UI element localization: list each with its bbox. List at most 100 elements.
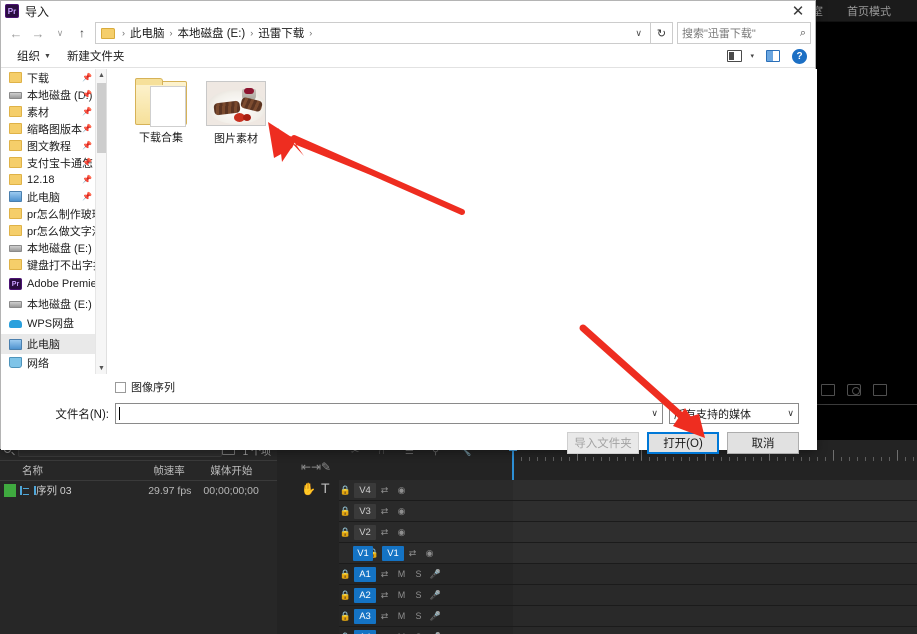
file-item-1[interactable]: 图片素材 [197,81,275,146]
column-header-media-start[interactable]: 媒体开始 [210,463,277,478]
nav-item-1[interactable]: 本地磁盘 (D:) 📌 [1,86,106,103]
close-icon[interactable]: ✕ [787,1,809,21]
project-row[interactable]: 序列 03 29.97 fps 00;00;00;00 [0,481,277,500]
column-header-frame-rate[interactable]: 帧速率 [153,463,210,478]
search-input[interactable]: 搜索"迅雷下载" ⌕ [677,22,811,44]
mute-icon[interactable]: M [393,590,410,600]
track-label[interactable]: V1 [382,545,404,561]
track-lane[interactable] [513,606,917,626]
razor-tool-icon[interactable]: ✎ [321,460,331,474]
eye-icon[interactable]: ◉ [393,485,410,496]
nav-item-10[interactable]: 本地磁盘 (E:) [1,239,106,256]
eye-icon[interactable]: ◉ [393,527,410,538]
microphone-icon[interactable]: 🎤 [427,569,444,580]
nav-item-9[interactable]: pr怎么做文字浮 [1,222,106,239]
up-button[interactable]: ↑ [71,22,93,44]
pin-icon[interactable]: 📌 [82,107,92,116]
file-list-pane[interactable]: 下载合集 图片素材 [107,69,817,374]
lock-icon[interactable]: 🔒 [339,527,352,538]
track-lane[interactable] [513,501,917,521]
nav-item-14[interactable]: WPS网盘 [1,312,106,334]
nav-scrollbar[interactable]: ▲ ▼ [95,69,106,374]
mute-icon[interactable]: M [393,569,410,579]
chevron-down-icon[interactable]: ▾ [750,52,754,60]
lock-icon[interactable]: 🔒 [339,569,352,580]
file-type-filter-select[interactable]: 所有支持的媒体 ∨ [669,403,799,424]
export-frame-icon[interactable] [821,384,835,396]
help-icon[interactable]: ? [792,48,807,64]
breadcrumb-item-1[interactable]: 本地磁盘 (E:) [176,25,248,41]
solo-icon[interactable]: S [410,590,427,600]
solo-icon[interactable]: S [410,611,427,621]
preview-pane-icon[interactable] [766,50,780,62]
sync-lock-icon[interactable]: ⇄ [376,611,393,622]
eye-icon[interactable]: ◉ [393,506,410,517]
pin-icon[interactable]: 📌 [82,141,92,150]
track-header-a4[interactable]: 🔒 A4 ⇄ M S 🎤 [339,627,917,634]
lock-icon[interactable]: 🔒 [339,590,352,601]
sync-lock-icon[interactable]: ⇄ [404,548,421,559]
solo-icon[interactable]: S [410,569,427,579]
navigation-pane[interactable]: 下载 📌 本地磁盘 (D:) 📌 素材 📌 缩略图版本 📌 图文教程 📌 支付宝卡通怎 📌 … [1,69,107,374]
lock-icon[interactable]: 🔒 [339,611,352,622]
scrollbar-thumb[interactable] [97,83,106,153]
workspace-tab-home-mode[interactable]: 首页模式 [847,3,891,19]
track-label[interactable]: V3 [354,503,376,519]
pin-icon[interactable]: 📌 [82,73,92,82]
track-lane[interactable] [513,564,917,584]
track-lane[interactable] [513,627,917,634]
pin-icon[interactable]: 📌 [82,90,92,99]
nav-item-5[interactable]: 支付宝卡通怎 📌 [1,154,106,171]
track-label[interactable]: A4 [354,629,376,634]
column-header-name[interactable]: 名称 [0,463,153,478]
nav-item-4[interactable]: 图文教程 📌 [1,137,106,154]
new-folder-button[interactable]: 新建文件夹 [59,48,133,64]
track-header-a3[interactable]: 🔒 A3 ⇄ M S 🎤 [339,606,917,627]
filename-input[interactable]: ∨ [115,403,663,424]
track-header-v1[interactable]: V1 🔒 V1 ⇄ ◉ [339,543,917,564]
mute-icon[interactable]: M [393,611,410,621]
nav-item-11[interactable]: 键盘打不出字按 [1,256,106,273]
lock-icon[interactable]: 🔒 [339,485,352,496]
chevron-down-icon[interactable]: ∨ [651,408,658,419]
sync-lock-icon[interactable]: ⇄ [376,590,393,601]
scroll-up-icon[interactable]: ▲ [96,69,106,81]
camera-icon[interactable] [847,384,861,396]
source-patch-v1[interactable]: V1 [353,545,373,561]
image-sequence-checkbox[interactable] [115,381,126,393]
back-button[interactable]: ← [5,22,27,44]
track-header-v2[interactable]: 🔒 V2 ⇄ ◉ [339,522,917,543]
sync-lock-icon[interactable]: ⇄ [376,569,393,580]
microphone-icon[interactable]: 🎤 [427,590,444,601]
file-item-0[interactable]: 下载合集 [122,78,200,145]
track-header-v4[interactable]: 🔒 V4 ⇄ ◉ [339,480,917,501]
track-header-a2[interactable]: 🔒 A2 ⇄ M S 🎤 [339,585,917,606]
pin-icon[interactable]: 📌 [82,124,92,133]
import-dialog[interactable]: Pr 导入 ✕ ← → ∨ ↑ › 此电脑 › 本地磁盘 (E:) › 迅雷下载… [0,0,817,454]
breadcrumb[interactable]: › 此电脑 › 本地磁盘 (E:) › 迅雷下载 › ∨ [95,22,651,44]
search-icon[interactable]: ⌕ [800,27,806,40]
microphone-icon[interactable]: 🎤 [427,611,444,622]
stacked-frames-icon[interactable] [873,384,887,396]
selection-tool-icon[interactable]: ⇤⇥ [301,460,321,474]
sync-lock-icon[interactable]: ⇄ [376,485,393,496]
pin-icon[interactable]: 📌 [82,158,92,167]
track-label[interactable]: A3 [354,608,376,624]
track-label[interactable]: A1 [354,566,376,582]
type-tool-icon[interactable]: T [321,480,330,496]
view-layout-icon[interactable] [727,50,743,62]
nav-item-3[interactable]: 缩略图版本 📌 [1,120,106,137]
track-label[interactable]: V4 [354,482,376,498]
nav-item-13[interactable]: 本地磁盘 (E:) [1,295,106,312]
image-sequence-row[interactable]: 图像序列 [1,374,817,395]
scroll-down-icon[interactable]: ▼ [96,362,106,374]
lock-icon[interactable]: 🔒 [339,506,352,517]
track-label[interactable]: A2 [354,587,376,603]
nav-item-2[interactable]: 素材 📌 [1,103,106,120]
breadcrumb-item-2[interactable]: 迅雷下载 [256,25,306,41]
hand-tool-icon[interactable]: ✋ [301,482,316,496]
recent-locations-button[interactable]: ∨ [49,22,71,44]
nav-item-6[interactable]: 12.18 📌 [1,171,106,188]
sync-lock-icon[interactable]: ⇄ [376,506,393,517]
nav-item-12[interactable]: Pr Adobe Premiere [1,273,106,295]
